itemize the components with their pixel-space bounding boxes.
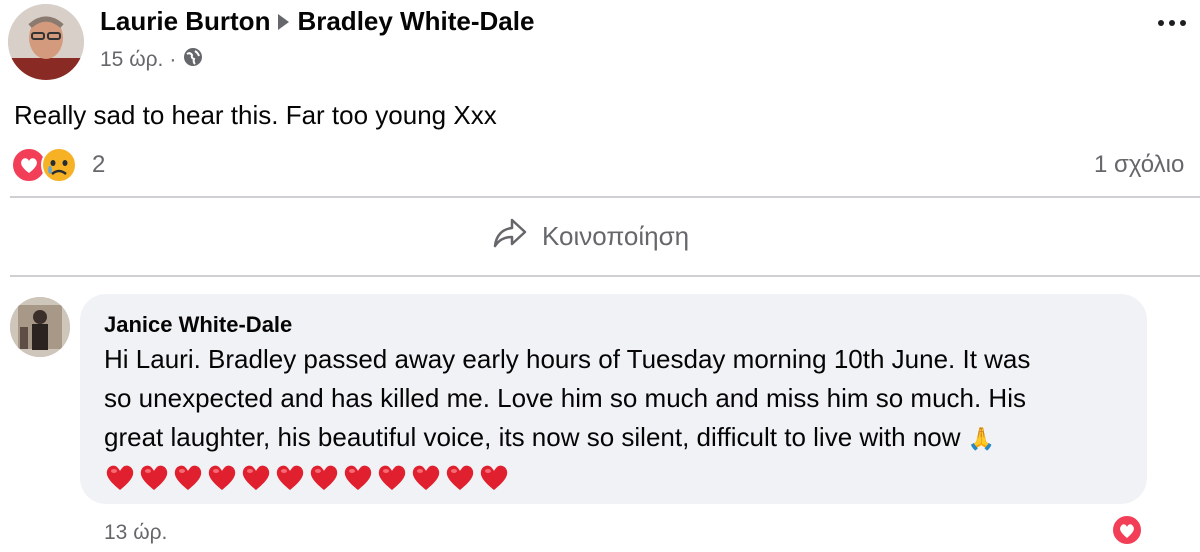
sad-reaction-icon bbox=[40, 146, 78, 189]
heart-emoji-icon bbox=[410, 462, 442, 497]
commenter-name[interactable]: Janice White-Dale bbox=[104, 312, 292, 338]
comments-count[interactable]: 1 σχόλιο bbox=[1094, 151, 1184, 179]
heart-emoji-icon bbox=[138, 462, 170, 497]
heart-emoji-icon bbox=[478, 462, 510, 497]
heart-emoji-icon bbox=[104, 462, 136, 497]
more-options-icon[interactable] bbox=[1158, 20, 1186, 26]
heart-emoji-icon bbox=[308, 462, 340, 497]
heart-reaction-icon[interactable] bbox=[1110, 513, 1144, 552]
heart-emoji-icon bbox=[444, 462, 476, 497]
pray-emoji: 🙏 bbox=[967, 426, 996, 451]
share-label: Κοινοποίηση bbox=[542, 221, 690, 251]
shared-to-arrow-icon bbox=[278, 13, 290, 30]
heart-emoji-row bbox=[104, 462, 510, 497]
comment-line: great laughter, his beautiful voice, its… bbox=[104, 422, 996, 452]
commenter-avatar[interactable] bbox=[10, 297, 70, 357]
target-name[interactable]: Bradley White-Dale bbox=[297, 6, 534, 37]
comment-line: Hi Lauri. Bradley passed away early hour… bbox=[104, 344, 1031, 374]
comment-time[interactable]: 13 ώρ. bbox=[104, 521, 167, 545]
heart-emoji-icon bbox=[376, 462, 408, 497]
post-text: Really sad to hear this. Far too young X… bbox=[14, 100, 497, 130]
comment-line: so unexpected and has killed me. Love hi… bbox=[104, 383, 1026, 413]
meta-separator: · bbox=[169, 48, 177, 71]
author-avatar[interactable] bbox=[8, 4, 84, 80]
heart-emoji-icon bbox=[172, 462, 204, 497]
share-arrow-icon bbox=[492, 217, 528, 256]
divider-bottom bbox=[10, 275, 1200, 277]
heart-emoji-icon bbox=[274, 462, 306, 497]
heart-emoji-icon bbox=[342, 462, 374, 497]
globe-icon bbox=[182, 46, 204, 74]
reactions-summary[interactable] bbox=[10, 146, 78, 189]
post-header-names: Laurie Burton Bradley White-Dale bbox=[100, 6, 534, 37]
share-button[interactable]: Κοινοποίηση bbox=[492, 217, 689, 256]
post-meta: 15 ώρ. · bbox=[100, 46, 204, 74]
heart-emoji-icon bbox=[206, 462, 238, 497]
post-time[interactable]: 15 ώρ. bbox=[100, 48, 163, 72]
heart-emoji-icon bbox=[240, 462, 272, 497]
divider-top bbox=[10, 196, 1200, 198]
author-name[interactable]: Laurie Burton bbox=[100, 6, 270, 37]
reaction-count[interactable]: 2 bbox=[92, 151, 105, 179]
comment-text: Hi Lauri. Bradley passed away early hour… bbox=[104, 340, 1134, 458]
